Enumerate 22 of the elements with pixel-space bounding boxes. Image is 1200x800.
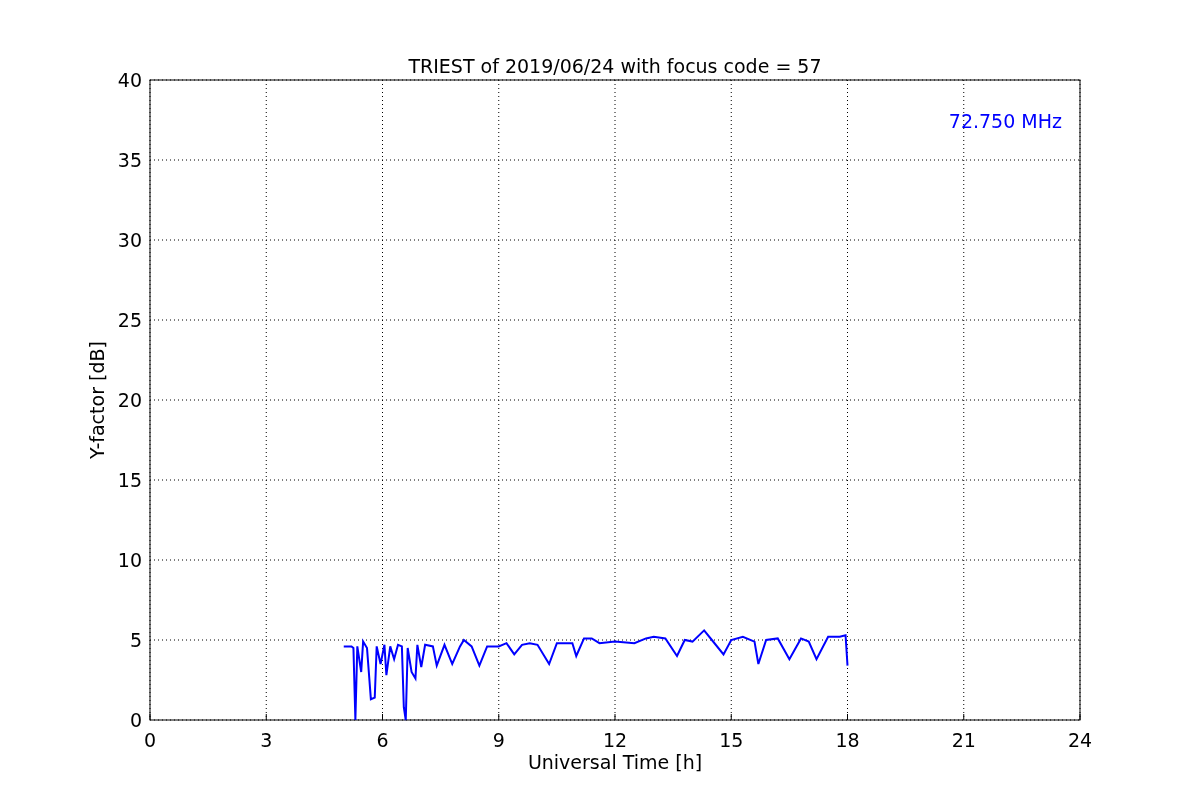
x-tick-label: 6 <box>376 729 389 751</box>
y-tick-label: 10 <box>117 549 142 571</box>
x-tick-label: 18 <box>835 729 860 751</box>
x-tick-label: 9 <box>492 729 505 751</box>
y-tick-label: 20 <box>117 389 142 411</box>
x-axis-label: Universal Time [h] <box>527 751 703 773</box>
y-tick-label: 25 <box>117 309 142 331</box>
y-axis-label: Y-factor [dB] <box>86 341 108 459</box>
x-tick-label: 12 <box>602 729 628 751</box>
x-tick-label: 24 <box>1067 729 1093 751</box>
x-tick-label: 0 <box>143 729 157 751</box>
series-label: 72.750 MHz <box>948 110 1062 132</box>
y-tick-label: 0 <box>129 709 142 731</box>
chart-title: TRIEST of 2019/06/24 with focus code = 57 <box>408 55 822 77</box>
y-tick-label: 30 <box>117 229 142 251</box>
x-tick-label: 15 <box>719 729 744 751</box>
y-tick-label: 15 <box>117 469 142 491</box>
y-tick-label: 40 <box>117 69 142 91</box>
x-tick-label: 3 <box>260 729 273 751</box>
y-tick-label: 5 <box>129 629 142 651</box>
y-tick-label: 35 <box>117 149 142 171</box>
x-tick-label: 21 <box>951 729 976 751</box>
